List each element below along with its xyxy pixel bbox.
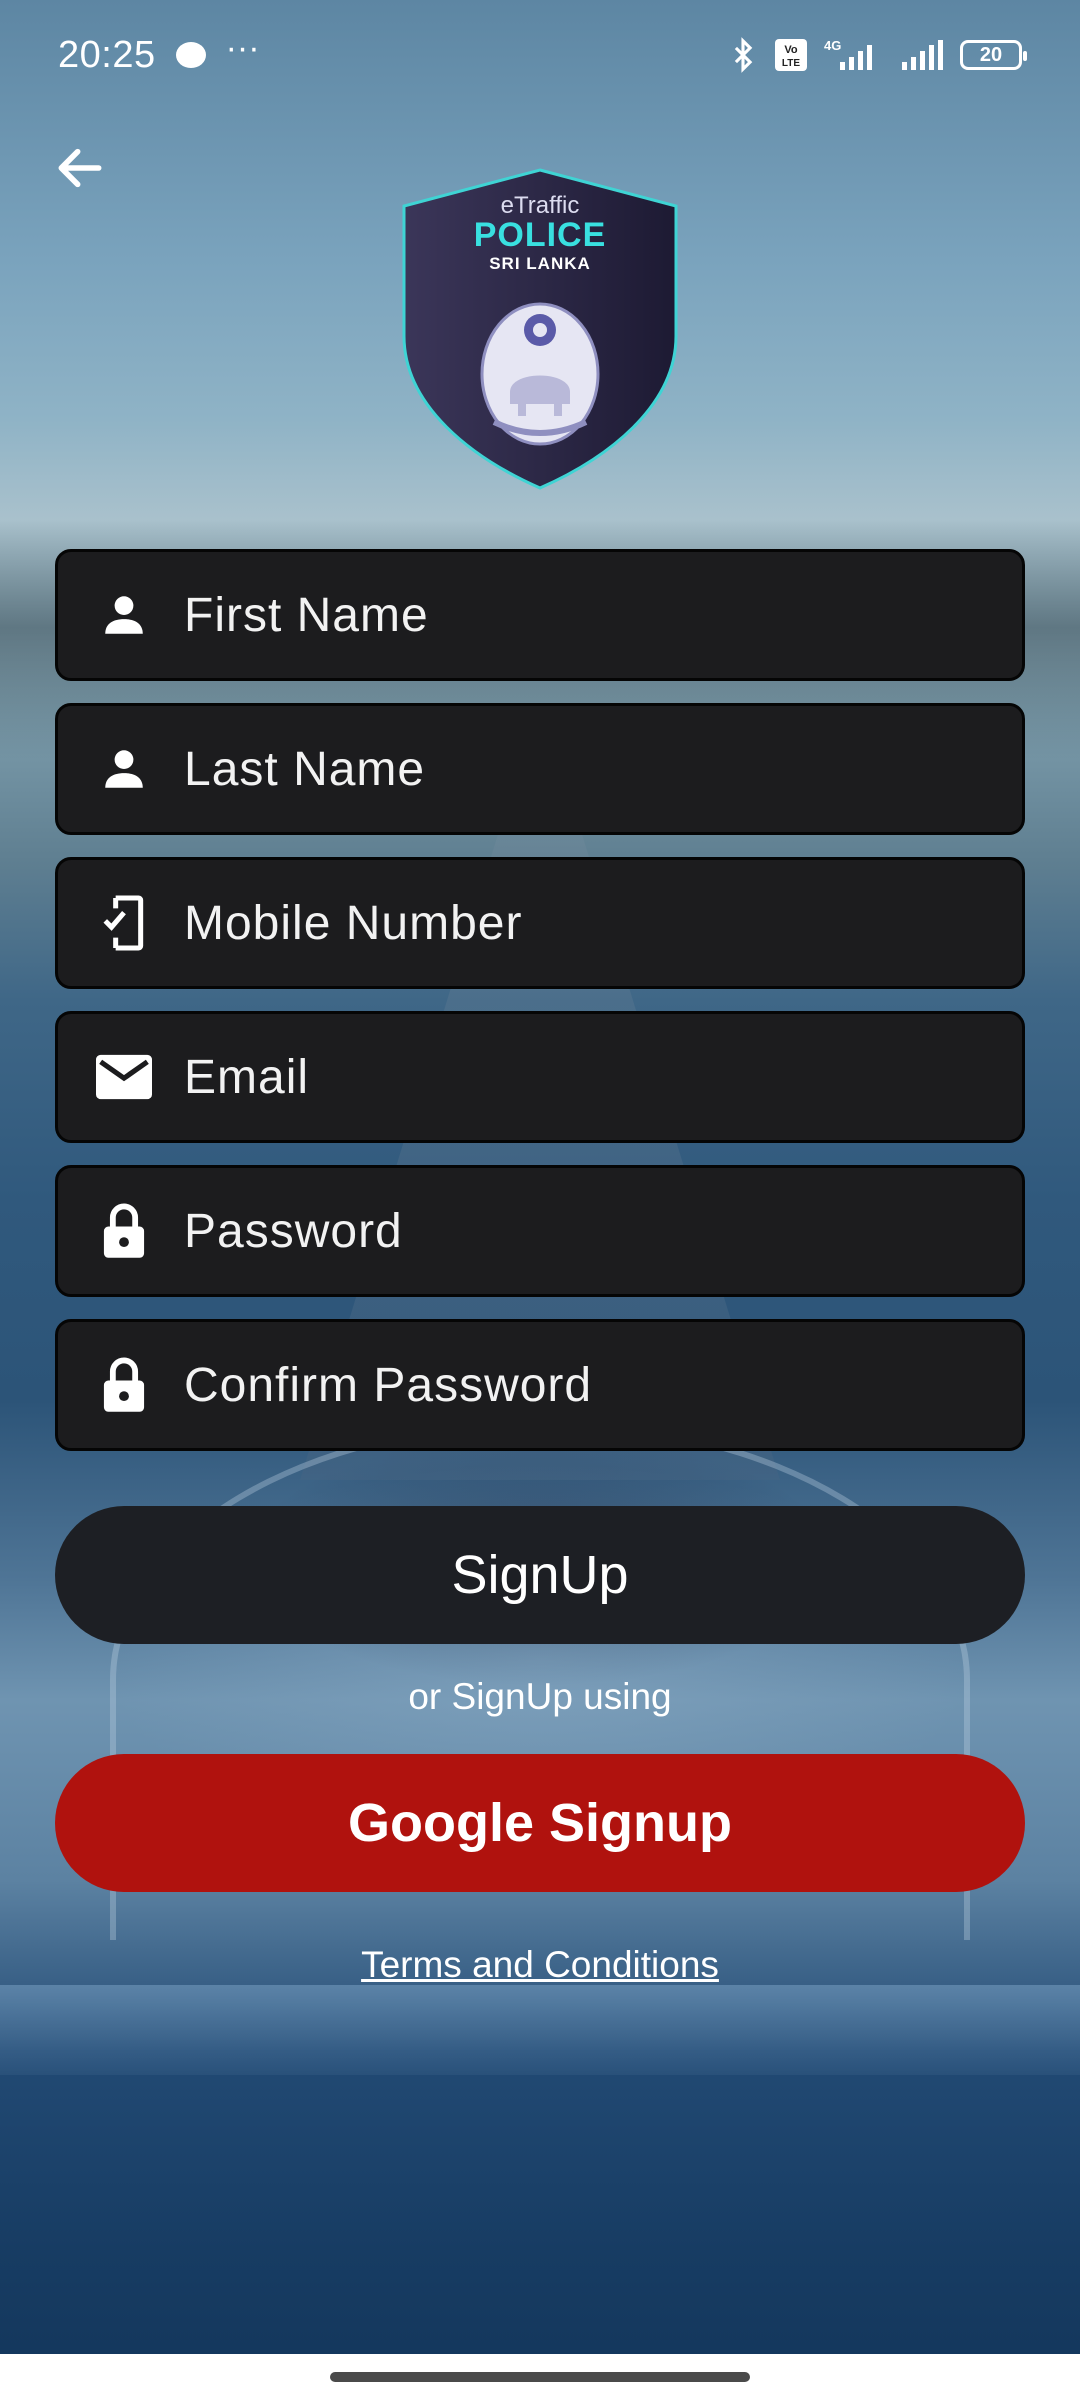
- more-notifications-icon: ···: [225, 29, 260, 67]
- logo-line-country: SRI LANKA: [489, 254, 591, 273]
- email-input[interactable]: [184, 1037, 964, 1117]
- lock-icon: [96, 1357, 152, 1413]
- chat-notification-icon: [175, 42, 206, 68]
- or-signup-using-label: or SignUp using: [408, 1676, 672, 1717]
- signup-button[interactable]: SignUp: [55, 1506, 1025, 1644]
- phone-check-icon: [96, 895, 152, 951]
- password-input[interactable]: [184, 1191, 964, 1271]
- signal-4g-icon: 4G: [824, 38, 872, 70]
- back-arrow-icon[interactable]: [52, 140, 108, 196]
- signal-icon: [902, 40, 943, 70]
- confirm-password-input[interactable]: [184, 1345, 964, 1425]
- first-name-field[interactable]: [55, 549, 1025, 681]
- last-name-field[interactable]: [55, 703, 1025, 835]
- svg-text:LTE: LTE: [782, 58, 800, 69]
- battery-level: 20: [979, 43, 1003, 66]
- etraffic-police-logo: eTraffic POLICE SRI LANKA: [398, 166, 682, 492]
- mobile-number-input[interactable]: [184, 883, 964, 963]
- status-time: 20:25: [58, 33, 156, 76]
- mail-icon: [96, 1049, 152, 1105]
- status-bar: 20:25 ··· Vo LTE 4G 20: [0, 0, 1080, 110]
- password-field[interactable]: [55, 1165, 1025, 1297]
- person-icon: [96, 741, 152, 797]
- mobile-number-field[interactable]: [55, 857, 1025, 989]
- terms-and-conditions-link[interactable]: Terms and Conditions: [0, 1944, 1080, 1986]
- background-dashboard-strip: [0, 1985, 1080, 2075]
- last-name-input[interactable]: [184, 729, 964, 809]
- logo-line-police: POLICE: [473, 216, 607, 254]
- svg-text:Vo: Vo: [784, 44, 798, 56]
- google-signup-button[interactable]: Google Signup: [55, 1754, 1025, 1892]
- first-name-input[interactable]: [184, 575, 964, 655]
- lock-icon: [96, 1203, 152, 1259]
- email-field[interactable]: [55, 1011, 1025, 1143]
- volte-icon: Vo LTE: [775, 39, 807, 71]
- bluetooth-icon: [734, 37, 753, 73]
- confirm-password-field[interactable]: [55, 1319, 1025, 1451]
- battery-icon: 20: [960, 40, 1027, 70]
- home-indicator[interactable]: [330, 2372, 750, 2382]
- svg-text:4G: 4G: [824, 38, 841, 53]
- person-icon: [96, 587, 152, 643]
